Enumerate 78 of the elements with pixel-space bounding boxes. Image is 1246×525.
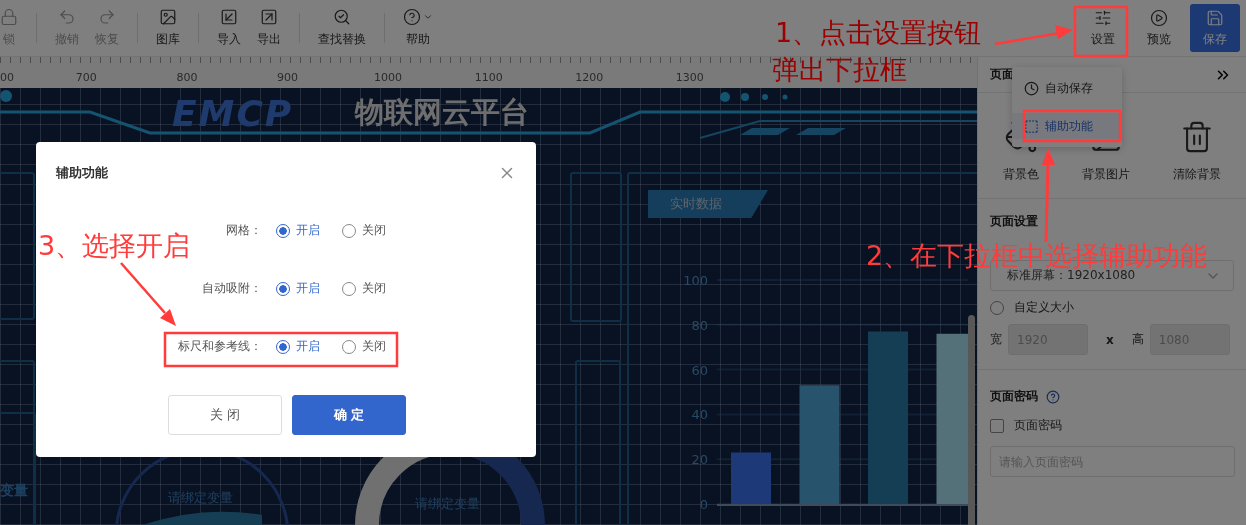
settings-icon xyxy=(1094,8,1112,27)
section-title: 页面设置 xyxy=(990,213,1039,230)
field-label: 宽 xyxy=(990,331,1002,348)
annotation-text: 3、选择开启 xyxy=(38,231,191,261)
radio[interactable] xyxy=(276,339,290,354)
radio-option[interactable]: 开启 xyxy=(276,338,320,355)
caret-icon xyxy=(423,12,433,22)
annotation-arrow xyxy=(120,262,176,326)
option-label: 自动吸附： xyxy=(201,280,262,297)
background-button[interactable]: 清除背景 xyxy=(1166,119,1227,184)
axis-label: 80 xyxy=(691,317,708,333)
clock-icon xyxy=(1024,80,1039,96)
save-button[interactable]: 保存 xyxy=(1190,4,1240,52)
radio-option[interactable]: 关闭 xyxy=(342,222,386,239)
field-label: 高 xyxy=(1131,331,1144,348)
annotation-text: 弹出下拉框 xyxy=(772,55,907,85)
toolbar-button[interactable]: 图库 xyxy=(148,8,188,48)
ruler-label: 700 xyxy=(74,71,98,84)
ruler-label: 800 xyxy=(175,71,199,84)
radio[interactable] xyxy=(990,300,1004,315)
play-icon xyxy=(1150,8,1168,27)
radio-label: 自定义大小 xyxy=(1014,299,1074,316)
help-icon xyxy=(403,8,421,26)
axis-label: 60 xyxy=(691,362,708,378)
menu-item[interactable]: 自动保存 xyxy=(1012,75,1122,101)
checkbox-label: 页面密码 xyxy=(1014,417,1062,434)
gauge-label: 请绑定变量 xyxy=(415,495,480,513)
dashed-square-icon xyxy=(1024,118,1039,134)
image-icon xyxy=(159,8,177,26)
radio-option[interactable]: 关闭 xyxy=(342,280,386,297)
ruler-label: 900 xyxy=(276,71,299,84)
value-label: 变量 xyxy=(0,482,28,500)
dashboard-title: 物联网云平台 xyxy=(355,94,529,131)
help-icon[interactable] xyxy=(1046,389,1060,404)
toolbar-button[interactable]: 导入 xyxy=(209,8,249,48)
menu-item[interactable]: 辅助功能 xyxy=(1012,113,1122,139)
radio[interactable] xyxy=(276,223,290,238)
lock-icon xyxy=(0,8,18,26)
dialog-title: 辅助功能 xyxy=(56,164,108,182)
radio[interactable] xyxy=(342,339,356,354)
ruler-label: 1200 xyxy=(574,71,605,84)
axis-label: 100 xyxy=(683,273,708,288)
settings-button[interactable]: 设置 xyxy=(1078,4,1128,52)
preview-button[interactable]: 预览 xyxy=(1134,4,1184,52)
confirm-button[interactable]: 确 定 xyxy=(292,395,406,435)
axis-label: 20 xyxy=(691,452,708,468)
import-icon xyxy=(220,8,238,26)
radio[interactable] xyxy=(276,281,290,296)
radio[interactable] xyxy=(342,223,356,238)
export-icon xyxy=(260,8,278,26)
checkbox[interactable] xyxy=(990,418,1004,433)
option-label: 网格： xyxy=(225,222,262,239)
ruler-label: 1300 xyxy=(674,71,705,84)
close-button[interactable]: 关 闭 xyxy=(168,395,282,435)
ruler-label: 1100 xyxy=(473,71,504,84)
times-sign: x xyxy=(1106,332,1114,347)
undo-icon xyxy=(58,8,76,26)
section-tag: 实时数据 xyxy=(648,190,768,218)
search-icon xyxy=(333,8,351,26)
highlight-frame xyxy=(1073,5,1129,58)
radio[interactable] xyxy=(342,281,356,296)
axis-label: 40 xyxy=(691,407,708,423)
radio-option[interactable]: 开启 xyxy=(276,280,320,297)
toolbar-button[interactable]: 查找替换 xyxy=(310,8,374,48)
radio-option[interactable]: 开启 xyxy=(276,222,320,239)
save-icon xyxy=(1206,8,1224,27)
annotation-text: 1、点击设置按钮 xyxy=(775,18,982,48)
gauge-label: 请绑定变量 xyxy=(168,489,233,507)
redo-icon xyxy=(98,8,116,26)
toolbar-button[interactable]: 帮助 xyxy=(395,8,441,48)
toolbar-button[interactable]: 导出 xyxy=(249,8,289,48)
ruler-label: 1000 xyxy=(373,71,404,84)
axis-label: 0 xyxy=(699,497,708,512)
logo: EMCP xyxy=(172,93,294,134)
radio-option[interactable]: 关闭 xyxy=(342,338,386,355)
section-title: 页面密码 xyxy=(990,388,1038,405)
option-label: 标尺和参考线： xyxy=(177,338,262,355)
ruler-label: 00 xyxy=(0,71,15,84)
